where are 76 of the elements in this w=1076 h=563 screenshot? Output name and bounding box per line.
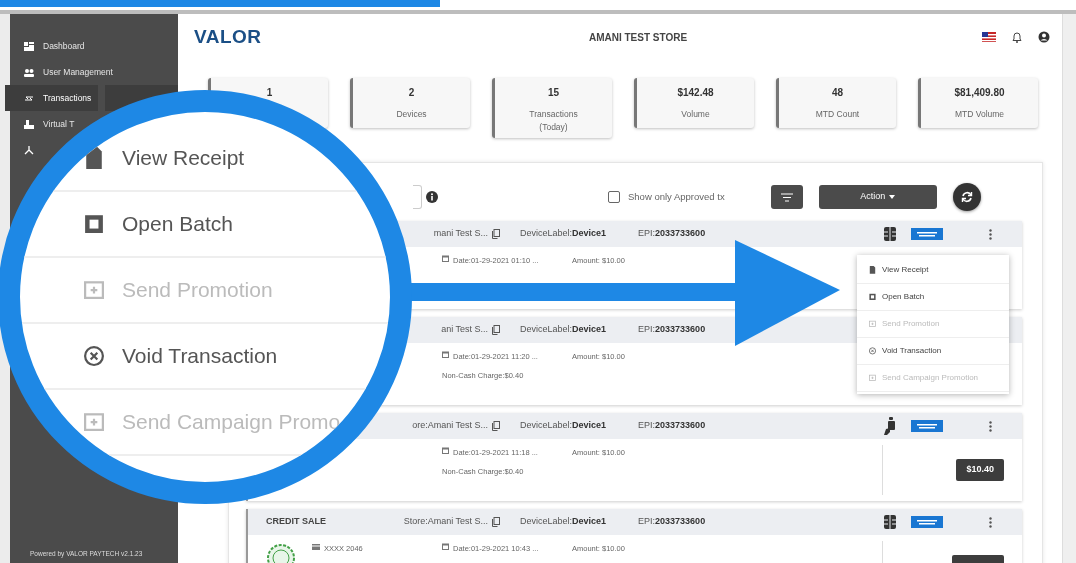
checkbox-label: Show only Approved tx <box>628 189 725 204</box>
stat-value: $142.48 <box>676 86 715 100</box>
copy-icon[interactable] <box>492 324 500 335</box>
sidebar-item[interactable]: Virtual T <box>10 116 77 132</box>
dashboard-icon <box>24 41 34 51</box>
store-name: ore:Amani Test S... <box>411 419 488 433</box>
device-label: DeviceLabel:Device1 <box>520 419 607 433</box>
calendar-icon <box>442 447 449 454</box>
filter-button[interactable] <box>770 185 803 209</box>
plus-box-icon <box>84 410 104 434</box>
copy-icon[interactable] <box>492 420 500 431</box>
x-circle-icon <box>84 344 104 368</box>
stat-value: 15 <box>546 86 561 100</box>
logo: VALOR <box>194 24 263 49</box>
plus-box-icon <box>869 320 876 328</box>
kebab-menu-icon[interactable] <box>989 228 992 240</box>
plus-box-icon <box>869 374 876 382</box>
stat-label: Volume <box>680 108 711 121</box>
menu-item[interactable]: View Receipt <box>857 257 1009 284</box>
device-label: DeviceLabel:Device1 <box>520 227 607 241</box>
device-label: DeviceLabel:Device1 <box>520 323 607 337</box>
filter-icon <box>780 192 793 202</box>
device-label: DeviceLabel:Device1 <box>520 515 607 529</box>
card-icon <box>312 544 320 550</box>
x-circle-icon <box>869 347 876 355</box>
flag-icon[interactable] <box>982 32 996 42</box>
card-brand-icon <box>911 420 943 432</box>
refresh-button[interactable] <box>952 183 981 211</box>
refresh-icon <box>959 190 974 204</box>
action-button[interactable]: Action <box>818 185 937 209</box>
stat-label: MTD Volume <box>953 108 1006 121</box>
menu-item[interactable]: Void Transaction <box>84 324 278 388</box>
copy-icon[interactable] <box>492 228 500 239</box>
terminal-icon <box>24 119 34 129</box>
card-brand-icon <box>911 228 943 240</box>
checkbox[interactable] <box>608 191 620 203</box>
store-name: ani Test S... <box>440 323 488 337</box>
plus-box-icon <box>84 278 104 302</box>
store-name: mani Test S... <box>432 227 488 241</box>
square-icon <box>869 293 876 301</box>
store-title: AMANI TEST STORE <box>587 30 689 45</box>
stat-value: 1 <box>265 86 274 100</box>
stat-label: Devices <box>395 108 428 121</box>
calendar-icon <box>442 543 449 550</box>
transaction-type: CREDIT SALE <box>266 515 327 529</box>
card-brand-icon <box>911 516 943 528</box>
kebab-menu-icon[interactable] <box>989 516 992 528</box>
stat-label: Transactions (Today) <box>528 108 579 134</box>
calendar-icon <box>442 255 449 262</box>
users-icon <box>24 67 34 77</box>
epi-number: EPI:2033733600 <box>638 227 706 241</box>
epi-number: EPI:2033733600 <box>638 419 706 433</box>
stat-value: 48 <box>830 86 845 100</box>
menu-item[interactable]: Open Batch <box>84 192 233 256</box>
menu-item[interactable]: Void Transaction <box>857 338 1009 365</box>
sidebar-item[interactable]: Dashboard <box>10 38 87 54</box>
epi-number: EPI:2033733600 <box>638 515 706 529</box>
kebab-menu-icon[interactable] <box>989 420 992 432</box>
user-icon[interactable] <box>1038 31 1050 43</box>
square-icon <box>84 212 104 236</box>
stat-label: MTD Count <box>814 108 861 121</box>
search-field[interactable] <box>413 185 422 209</box>
caret-icon <box>889 195 896 199</box>
info-icon[interactable] <box>426 191 438 203</box>
bell-icon[interactable] <box>1012 31 1022 43</box>
network-icon[interactable] <box>24 145 34 155</box>
store-name: Store:Amani Test S... <box>402 515 488 529</box>
epi-number: EPI:2033733600 <box>638 323 706 337</box>
copy-icon[interactable] <box>492 516 500 527</box>
menu-item[interactable]: Open Batch <box>857 284 1009 311</box>
sidebar-item[interactable]: User Management <box>10 64 115 80</box>
amount-badge[interactable]: $10.40 <box>956 459 1004 481</box>
menu-item[interactable]: View Receipt <box>84 126 245 190</box>
stat-value: 2 <box>407 86 416 100</box>
stat-value: $81,409.80 <box>953 86 1006 100</box>
calendar-icon <box>442 351 449 358</box>
